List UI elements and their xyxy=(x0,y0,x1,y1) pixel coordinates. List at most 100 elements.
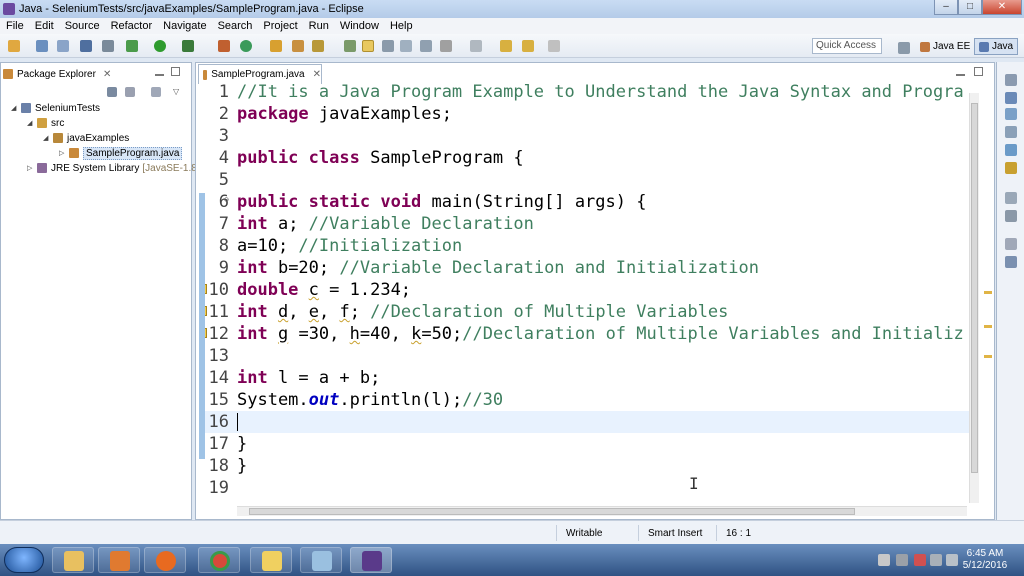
save-all-icon[interactable] xyxy=(57,40,69,52)
run-coverage-icon[interactable] xyxy=(182,40,194,52)
menu-refactor[interactable]: Refactor xyxy=(105,20,158,32)
line-number: 2 xyxy=(218,104,229,124)
taskbar-app[interactable] xyxy=(250,547,292,573)
search-icon[interactable] xyxy=(292,40,304,52)
quick-access-input[interactable]: Quick Access xyxy=(812,38,882,54)
close-button[interactable]: ✕ xyxy=(982,0,1022,15)
taskbar-explorer[interactable] xyxy=(52,547,94,573)
maximize-icon[interactable] xyxy=(171,67,180,76)
menu-window[interactable]: Window xyxy=(334,20,384,32)
menu-project[interactable]: Project xyxy=(257,20,302,32)
toggle-block-selection-icon[interactable] xyxy=(382,40,394,52)
maximize-icon[interactable] xyxy=(974,67,983,76)
servers-icon[interactable] xyxy=(1005,256,1017,268)
next-edit-icon[interactable] xyxy=(440,40,452,52)
open-perspective-icon[interactable] xyxy=(898,42,910,54)
warning-icon[interactable] xyxy=(205,306,207,316)
warning-marker[interactable] xyxy=(984,291,992,294)
run-icon[interactable] xyxy=(154,40,166,52)
task-list-icon[interactable] xyxy=(1005,108,1017,120)
expanded-icon[interactable]: ◢ xyxy=(11,104,19,112)
pin-editor-icon[interactable] xyxy=(420,40,432,52)
warning-icon[interactable] xyxy=(205,328,207,338)
vertical-scrollbar[interactable] xyxy=(969,93,979,503)
new-java-project-icon[interactable] xyxy=(218,40,230,52)
expanded-icon[interactable]: ◢ xyxy=(43,134,51,142)
tree-item-package[interactable]: ◢ javaExamples xyxy=(43,131,129,145)
tray-icon[interactable] xyxy=(878,554,890,566)
expanded-icon[interactable]: ◢ xyxy=(27,119,35,127)
debug-icon[interactable] xyxy=(126,40,138,52)
close-icon[interactable]: ✕ xyxy=(103,69,111,80)
code-editor[interactable]: 1 //It is a Java Program Example to Under… xyxy=(205,81,969,509)
open-task-icon[interactable] xyxy=(312,40,324,52)
properties-icon[interactable] xyxy=(1005,144,1017,156)
problems-icon[interactable] xyxy=(1005,210,1017,222)
taskbar-clock[interactable]: 6:45 AM 5/12/2016 xyxy=(958,548,1012,572)
menu-search[interactable]: Search xyxy=(212,20,258,32)
perspective-java[interactable]: Java xyxy=(974,38,1019,55)
menu-run[interactable]: Run xyxy=(303,20,334,32)
show-whitespace-icon[interactable] xyxy=(400,40,412,52)
start-button[interactable] xyxy=(4,547,44,573)
java-ee-icon xyxy=(920,41,930,52)
package-explorer-tab[interactable]: Package Explorer ✕ xyxy=(3,65,111,83)
scroll-thumb[interactable] xyxy=(249,508,855,515)
console-icon[interactable] xyxy=(1005,162,1017,174)
view-menu-icon[interactable]: ▽ xyxy=(173,87,179,96)
toggle-mark-occurrences-icon[interactable] xyxy=(362,40,374,52)
menu-file[interactable]: File xyxy=(0,20,29,32)
open-type-icon[interactable] xyxy=(270,40,282,52)
taskbar-firefox[interactable] xyxy=(144,547,186,573)
restore-icon[interactable] xyxy=(1005,238,1017,250)
restore-icon[interactable] xyxy=(1005,192,1017,204)
next-annotation-icon[interactable] xyxy=(344,40,356,52)
forward-icon[interactable] xyxy=(522,40,534,52)
new-class-icon[interactable] xyxy=(240,40,252,52)
menu-edit[interactable]: Edit xyxy=(29,20,59,32)
scroll-thumb[interactable] xyxy=(971,103,978,473)
minimize-button[interactable]: – xyxy=(934,0,958,15)
warning-marker[interactable] xyxy=(984,325,992,328)
horizontal-scrollbar[interactable] xyxy=(237,506,967,516)
warning-icon[interactable] xyxy=(205,284,207,294)
tree-item-jre-library[interactable]: ▷ JRE System Library [JavaSE-1.8] xyxy=(27,161,200,175)
overview-ruler[interactable] xyxy=(982,93,992,503)
tree-item-project[interactable]: ◢ SeleniumTests xyxy=(11,101,100,115)
menu-source[interactable]: Source xyxy=(59,20,105,32)
maximize-button[interactable]: □ xyxy=(958,0,982,15)
skip-breakpoints-icon[interactable] xyxy=(102,40,114,52)
tree-item-src[interactable]: ◢ src xyxy=(27,116,64,130)
collapsed-icon[interactable]: ▷ xyxy=(59,149,67,157)
restore-icon[interactable] xyxy=(1005,74,1017,86)
tray-icon[interactable] xyxy=(914,554,926,566)
markers-icon[interactable] xyxy=(1005,126,1017,138)
taskbar-app[interactable] xyxy=(300,547,342,573)
forward-history-icon[interactable] xyxy=(548,40,560,52)
outline-icon[interactable] xyxy=(1005,92,1017,104)
fold-icon[interactable]: ⊖ xyxy=(224,189,229,211)
minimize-icon[interactable] xyxy=(956,67,965,76)
back-icon[interactable] xyxy=(500,40,512,52)
new-icon[interactable] xyxy=(8,40,20,52)
link-with-editor-icon[interactable] xyxy=(125,87,135,97)
last-edit-location-icon[interactable] xyxy=(470,40,482,52)
minimize-icon[interactable] xyxy=(155,67,164,76)
taskbar-eclipse[interactable] xyxy=(350,547,392,573)
focus-icon[interactable] xyxy=(151,87,161,97)
print-icon[interactable] xyxy=(80,40,92,52)
tree-item-java-file[interactable]: ▷ SampleProgram.java xyxy=(59,146,183,160)
collapsed-icon[interactable]: ▷ xyxy=(27,164,35,172)
collapse-all-icon[interactable] xyxy=(107,87,117,97)
taskbar-chrome[interactable] xyxy=(198,547,240,573)
save-icon[interactable] xyxy=(36,40,48,52)
volume-icon[interactable] xyxy=(930,554,942,566)
tray-icon[interactable] xyxy=(896,554,908,566)
network-icon[interactable] xyxy=(946,554,958,566)
menu-navigate[interactable]: Navigate xyxy=(157,20,211,32)
close-icon[interactable]: ✕ xyxy=(313,69,321,80)
perspective-java-ee[interactable]: Java EE xyxy=(916,38,974,55)
warning-marker[interactable] xyxy=(984,355,992,358)
menu-help[interactable]: Help xyxy=(384,20,418,32)
taskbar-media-player[interactable] xyxy=(98,547,140,573)
